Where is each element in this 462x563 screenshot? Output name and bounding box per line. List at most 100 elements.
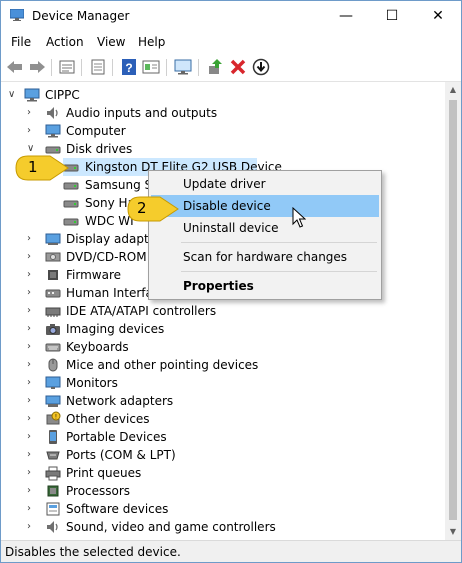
tree-item-label: Network adapters: [66, 394, 174, 408]
uninstall-icon[interactable]: [228, 58, 248, 76]
tree-item-computer[interactable]: › Computer: [1, 122, 445, 140]
expand-chevron-icon[interactable]: ›: [27, 357, 39, 373]
tree-item-audio[interactable]: › Audio inputs and outputs: [1, 104, 445, 122]
tree-item-label: Monitors: [66, 376, 118, 390]
disk-item-samsung[interactable]: Samsung SS: [63, 176, 160, 194]
tree-item-print-queues[interactable]: › Print queues: [1, 464, 445, 482]
help-icon[interactable]: ?: [119, 58, 139, 76]
software-device-icon: [46, 502, 60, 516]
tree-item-label: Print queues: [66, 466, 142, 480]
menu-item-label: Disable device: [183, 199, 271, 213]
expand-chevron-icon[interactable]: ›: [27, 429, 39, 445]
tree-root-label: CIPPC: [45, 88, 80, 102]
collapse-chevron-icon[interactable]: ∨: [8, 87, 20, 103]
scroll-up-arrow-icon[interactable]: ▲: [445, 82, 461, 98]
vertical-scrollbar[interactable]: ▲ ▼: [445, 82, 461, 540]
expand-chevron-icon[interactable]: ›: [27, 393, 39, 409]
menu-view[interactable]: View: [97, 35, 125, 49]
expand-chevron-icon[interactable]: ›: [27, 375, 39, 391]
tree-item-human-interface[interactable]: › Human Interfac: [1, 284, 159, 302]
ide-controller-icon: [45, 307, 61, 317]
expand-chevron-icon[interactable]: ›: [27, 303, 39, 319]
update-driver-icon[interactable]: [205, 58, 225, 76]
tree-item-mice[interactable]: › Mice and other pointing devices: [1, 356, 445, 374]
menu-help[interactable]: Help: [138, 35, 165, 49]
menu-disable-device[interactable]: Disable device: [151, 195, 379, 217]
tree-item-label: Mice and other pointing devices: [66, 358, 259, 372]
tree-item-keyboards[interactable]: › Keyboards: [1, 338, 445, 356]
tree-item-label: Audio inputs and outputs: [66, 106, 218, 120]
menu-scan-hardware[interactable]: Scan for hardware changes: [151, 246, 379, 268]
callout-arrow-shape: [127, 196, 179, 222]
monitor-icon: [45, 376, 61, 389]
expand-chevron-icon[interactable]: ›: [27, 501, 39, 517]
minimize-button[interactable]: —: [323, 1, 369, 32]
toolbar-separator: [166, 59, 167, 76]
firmware-chip-icon: [48, 270, 58, 280]
expand-chevron-icon[interactable]: ›: [27, 447, 39, 463]
tree-item-monitors[interactable]: › Monitors: [1, 374, 445, 392]
menu-update-driver[interactable]: Update driver: [151, 173, 379, 195]
tree-item-dvd[interactable]: › DVD/CD-ROM d: [1, 248, 158, 266]
tree-item-ide[interactable]: › IDE ATA/ATAPI controllers: [1, 302, 445, 320]
tree-item-processors[interactable]: › Processors: [1, 482, 445, 500]
tree-item-label: Portable Devices: [66, 430, 167, 444]
tree-item-sound[interactable]: › Sound, video and game controllers: [1, 518, 445, 536]
expand-chevron-icon[interactable]: ›: [27, 249, 39, 265]
menu-action[interactable]: Action: [46, 35, 84, 49]
status-text: Disables the selected device.: [5, 545, 181, 559]
expand-chevron-icon[interactable]: ›: [27, 105, 39, 121]
menu-bar: File Action View Help: [1, 32, 461, 53]
tree-item-imaging[interactable]: › Imaging devices: [1, 320, 445, 338]
tree-item-other-devices[interactable]: › ! Other devices: [1, 410, 445, 428]
tree-item-label: Software devices: [66, 502, 169, 516]
menu-uninstall-device[interactable]: Uninstall device: [151, 217, 379, 239]
device-tree[interactable]: ∨ CIPPC › Audio inputs and outputs › Com…: [1, 82, 445, 540]
forward-arrow-icon[interactable]: [27, 58, 47, 76]
expand-chevron-icon[interactable]: ›: [27, 231, 39, 247]
title-bar: Device Manager — ☐ ✕: [1, 1, 461, 32]
tree-item-label: Sound, video and game controllers: [66, 520, 276, 534]
svg-text:?: ?: [125, 61, 132, 75]
computer-icon: [24, 88, 40, 102]
tree-item-display-adapters[interactable]: › Display adapters: [1, 230, 167, 248]
view-icon[interactable]: [141, 58, 161, 76]
menu-separator: [181, 242, 377, 243]
expand-chevron-icon[interactable]: ›: [27, 483, 39, 499]
scroll-down-arrow-icon[interactable]: ▼: [445, 524, 461, 540]
expand-chevron-icon[interactable]: ›: [27, 267, 39, 283]
tree-item-portable[interactable]: › Portable Devices: [1, 428, 445, 446]
details-icon[interactable]: [88, 58, 108, 76]
camera-icon: [46, 324, 60, 335]
tree-item-label: Imaging devices: [66, 322, 165, 336]
toolbar-separator: [51, 59, 52, 76]
properties-sheet-icon[interactable]: [57, 58, 77, 76]
expand-chevron-icon[interactable]: ›: [27, 123, 39, 139]
tree-root[interactable]: ∨ CIPPC: [1, 86, 445, 104]
device-manager-icon: [10, 9, 24, 21]
maximize-button[interactable]: ☐: [369, 1, 415, 32]
keyboard-icon: [45, 343, 61, 352]
toolbar-separator: [81, 59, 82, 76]
expand-chevron-icon[interactable]: ›: [27, 411, 39, 427]
expand-chevron-icon[interactable]: ›: [27, 321, 39, 337]
expand-chevron-icon[interactable]: ›: [27, 519, 39, 535]
tree-item-ports[interactable]: › Ports (COM & LPT): [1, 446, 445, 464]
back-arrow-icon[interactable]: [5, 58, 25, 76]
toolbar: ?: [1, 54, 461, 82]
rollback-down-icon[interactable]: [251, 58, 271, 76]
expand-chevron-icon[interactable]: ›: [27, 465, 39, 481]
scan-hardware-icon[interactable]: [173, 58, 193, 76]
tree-item-firmware[interactable]: › Firmware: [1, 266, 149, 284]
menu-properties[interactable]: Properties: [151, 275, 379, 297]
toolbar-separator: [198, 59, 199, 76]
scrollbar-thumb[interactable]: [449, 100, 457, 520]
close-button[interactable]: ✕: [415, 1, 461, 32]
tree-item-software-devices[interactable]: › Software devices: [1, 500, 445, 518]
expand-chevron-icon[interactable]: ›: [27, 285, 39, 301]
tree-item-network[interactable]: › Network adapters: [1, 392, 445, 410]
tree-item-label: Ports (COM & LPT): [66, 448, 176, 462]
hid-icon: [45, 289, 61, 298]
expand-chevron-icon[interactable]: ›: [27, 339, 39, 355]
menu-file[interactable]: File: [11, 35, 31, 49]
